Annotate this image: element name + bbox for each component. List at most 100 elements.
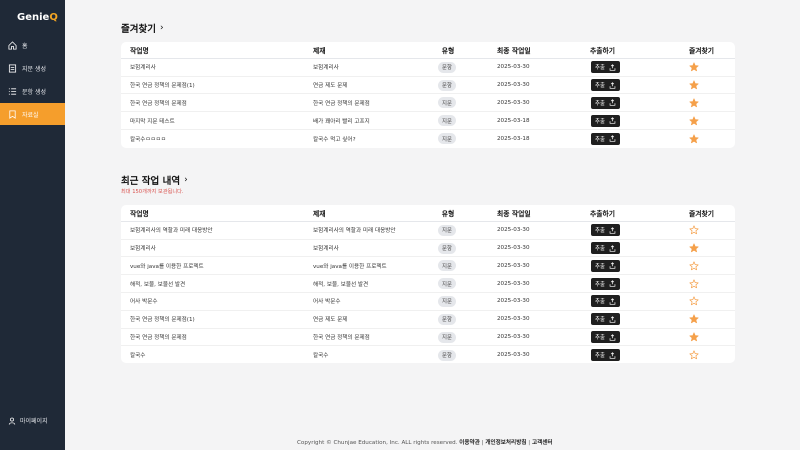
table-row[interactable]: 보험계리사 보험계리사 문항 2025-03-30 추출 (121, 240, 735, 258)
row-subject: 보험계리사 (313, 65, 339, 72)
table-row[interactable]: 보험계리사 보험계리사 문항 2025-03-30 추출 (121, 59, 735, 77)
table-row[interactable]: 칼국수 칼국수 문항 2025-03-30 추출 (121, 347, 735, 365)
favorite-toggle[interactable] (689, 350, 699, 360)
type-badge: 문항 (438, 349, 456, 361)
row-name: 보험계리사의 역할과 미래 대응방안 (130, 228, 213, 235)
export-button[interactable]: 추출 (591, 79, 620, 92)
favorite-toggle[interactable] (689, 225, 699, 235)
table-row[interactable]: 한국 연금 정책의 문제점 한국 연금 정책의 문제점 지문 2025-03-30 추출 (121, 329, 735, 347)
table-row[interactable]: 한국 연금 정책의 문제점(1) 연금 제도 문제 문항 2025-03-30 추출 (121, 311, 735, 329)
row-name: 보험계리사 (130, 65, 156, 72)
row-name: 칼국수 (130, 353, 146, 360)
type-badge: 지문 (438, 331, 456, 343)
export-button[interactable]: 추출 (591, 224, 620, 237)
export-label: 추출 (595, 353, 605, 360)
row-date: 2025-03-30 (497, 82, 530, 89)
favorite-toggle[interactable] (689, 296, 699, 306)
star-filled-icon (689, 80, 699, 90)
list-icon (8, 87, 17, 95)
type-badge: 지문 (438, 115, 456, 127)
sidebar-item-label: 자료실 (22, 111, 39, 119)
sidebar-item-library[interactable]: 자료실 (0, 103, 65, 125)
table-row[interactable]: 한국 연금 정책의 문제점 한국 연금 정책의 문제점 지문 2025-03-30 추출 (121, 95, 735, 113)
sidebar-item-question[interactable]: 문항 생성 (0, 80, 65, 102)
header-title: 제재 (313, 47, 326, 55)
row-date: 2025-03-30 (497, 245, 530, 252)
favorite-toggle[interactable] (689, 80, 699, 90)
star-outline-icon (689, 350, 699, 360)
table-row[interactable]: vue와 java를 이용한 프로젝트 vue와 java를 이용한 프로젝트 지문… (121, 258, 735, 276)
privacy-link[interactable]: 개인정보처리방침 (485, 440, 526, 446)
export-button[interactable]: 추출 (591, 313, 620, 326)
upload-icon (609, 63, 616, 71)
bookmark-icon (9, 109, 16, 119)
favorite-toggle[interactable] (689, 62, 699, 72)
type-badge: 지문 (438, 97, 456, 109)
export-label: 추출 (595, 317, 605, 324)
row-name: 해적, 보물, 보물선 발견 (130, 281, 186, 288)
favorite-toggle[interactable] (689, 98, 699, 108)
star-outline-icon (689, 279, 699, 288)
section-title-text: 즐겨찾기 (121, 24, 156, 35)
app-logo[interactable]: GenieQ (17, 12, 58, 23)
row-subject: 보험계리사의 역할과 미래 대응방안 (313, 228, 396, 235)
export-button[interactable]: 추출 (591, 295, 620, 308)
star-outline-icon (689, 261, 699, 270)
export-button[interactable]: 추출 (591, 114, 620, 127)
row-subject: 한국 연금 정책의 문제점 (313, 100, 370, 107)
sidebar-item-passage[interactable]: 지문 생성 (0, 57, 65, 79)
type-badge: 문항 (438, 313, 456, 325)
type-badge: 지문 (438, 260, 456, 272)
row-type-cell: 지문 (436, 278, 458, 290)
favorite-toggle[interactable] (689, 332, 699, 342)
header-export: 추출하기 (590, 47, 616, 55)
favorites-table: 작업명 제재 유형 최종 작업일 추출하기 즐겨찾기 보험계리사 보험계리사 문항 2025-03… (121, 42, 735, 148)
favorite-toggle[interactable] (689, 279, 699, 289)
star-outline-icon (689, 296, 699, 306)
table-row[interactable]: 해적, 보물, 보물선 발견 해적, 보물, 보물선 발견 지문 2025-03-30… (121, 275, 735, 293)
upload-icon (609, 262, 616, 269)
type-badge: 지문 (438, 133, 456, 145)
mypage-link[interactable]: 마이페이지 (8, 416, 48, 425)
table-row[interactable]: 한국 연금 정책의 문제점(1) 연금 제도 문제 문항 2025-03-30 추출 (121, 77, 735, 95)
recent-section-title[interactable]: 최근 작업 내역 › (121, 173, 188, 187)
favorite-toggle[interactable] (689, 314, 699, 324)
export-button[interactable]: 추출 (591, 61, 620, 74)
support-link[interactable]: 고객센터 (532, 440, 553, 446)
table-row[interactable]: 마지막 지문 테스트 배가 꽤아리 빨리 고프지 지문 2025-03-18 추출 (121, 112, 735, 130)
table-row[interactable]: 칼국수ㅁㅁㅁㅁ 칼국수 먹고 싶어? 지문 2025-03-18 추출 (121, 130, 735, 148)
table-row[interactable]: 보험계리사의 역할과 미래 대응방안 보험계리사의 역할과 미래 대응방안 지문 20… (121, 222, 735, 240)
export-button[interactable]: 추출 (591, 259, 620, 272)
row-date: 2025-03-30 (497, 227, 530, 234)
star-filled-icon (689, 332, 699, 342)
export-button[interactable]: 추출 (591, 331, 620, 344)
storage-limit-note: 최대 150개까지 보관됩니다. (121, 189, 184, 195)
favorites-section-title[interactable]: 즐겨찾기 › (121, 21, 164, 35)
row-export-cell: 추출 (591, 224, 620, 237)
favorite-toggle[interactable] (689, 261, 699, 271)
type-badge: 지문 (438, 278, 456, 290)
export-button[interactable]: 추출 (591, 96, 620, 109)
terms-link[interactable]: 이용약관 (459, 440, 480, 446)
export-label: 추출 (595, 136, 605, 143)
export-button[interactable]: 추출 (591, 242, 620, 255)
table-row[interactable]: 어사 박문수 어사 박문수 지문 2025-03-30 추출 (121, 293, 735, 311)
sidebar-item-home[interactable]: 홈 (0, 34, 65, 56)
upload-icon (609, 226, 616, 234)
export-button[interactable]: 추출 (591, 277, 620, 290)
section-title-text: 최근 작업 내역 (121, 176, 181, 187)
favorite-toggle[interactable] (689, 116, 699, 126)
export-button[interactable]: 추출 (591, 132, 620, 145)
row-type-cell: 지문 (436, 331, 458, 343)
favorite-toggle[interactable] (689, 243, 699, 253)
export-button[interactable]: 추출 (591, 349, 620, 362)
row-date: 2025-03-30 (497, 334, 530, 341)
type-badge: 지문 (438, 224, 456, 236)
favorite-toggle[interactable] (689, 134, 699, 144)
star-filled-icon (689, 243, 699, 253)
row-export-cell: 추출 (591, 313, 620, 326)
row-name: 한국 연금 정책의 문제점(1) (130, 317, 195, 324)
row-name: 어사 박문수 (130, 299, 158, 306)
header-name: 작업명 (130, 47, 149, 55)
row-export-cell: 추출 (591, 295, 620, 308)
